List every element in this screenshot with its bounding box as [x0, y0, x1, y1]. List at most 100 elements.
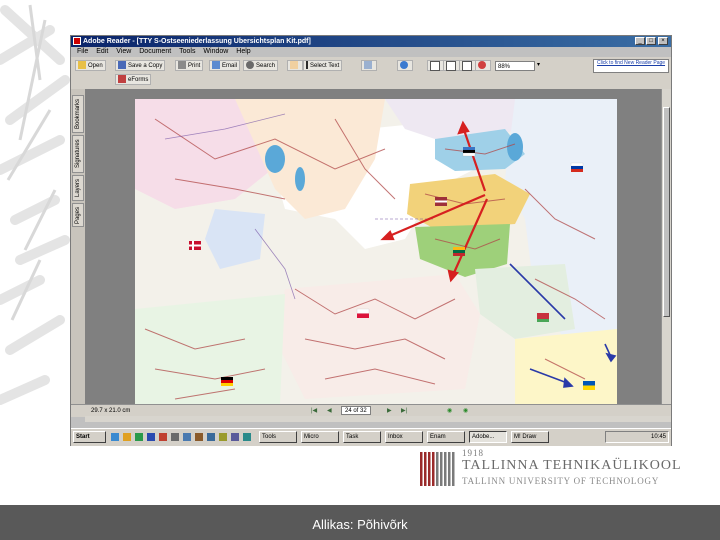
logo-name-en: TALLINN UNIVERSITY OF TECHNOLOGY [462, 476, 660, 486]
text-cursor-icon [306, 61, 308, 70]
start-button[interactable]: Start [73, 431, 106, 443]
quicklaunch-app-icon[interactable] [171, 433, 179, 441]
search-button[interactable]: Search [243, 60, 279, 71]
quicklaunch-word-icon[interactable] [147, 433, 155, 441]
task-inbox[interactable]: Inbox [385, 431, 423, 443]
search-label: Search [256, 63, 276, 69]
reader-ad-link[interactable]: Click to find New Reader Page [593, 59, 669, 73]
quicklaunch-desktop-icon[interactable] [183, 433, 191, 441]
horizontal-scrollbar[interactable] [85, 416, 671, 422]
flag-latvia [435, 197, 447, 206]
open-button[interactable]: Open [75, 60, 106, 71]
zoom-out-icon [478, 61, 486, 70]
menu-edit[interactable]: Edit [96, 48, 108, 55]
quicklaunch-excel-icon[interactable] [135, 433, 143, 441]
toolbar: Open Save a Copy Print Email Search Sele… [71, 57, 671, 90]
tab-layers[interactable]: Layers [72, 175, 84, 201]
flag-belarus [537, 313, 549, 322]
scrollbar-thumb[interactable] [663, 107, 670, 317]
logo-year: 1918 [462, 448, 484, 458]
task-draw[interactable]: M! Draw [511, 431, 549, 443]
tab-pages[interactable]: Pages [72, 203, 84, 227]
camera-icon [364, 61, 372, 70]
zoom-field[interactable]: 88% [495, 61, 535, 71]
hand-icon [290, 61, 298, 70]
flag-ukraine [583, 381, 595, 390]
fit-width-icon [462, 61, 472, 71]
menu-window[interactable]: Window [203, 48, 228, 55]
task-micro[interactable]: Micro [301, 431, 339, 443]
source-caption: Allikas: Põhivõrk [312, 517, 408, 532]
eforms-icon [118, 75, 126, 84]
open-label: Open [88, 63, 103, 69]
vertical-scrollbar[interactable] [661, 89, 671, 404]
flag-germany [221, 377, 233, 386]
task-task[interactable]: Task [343, 431, 381, 443]
emblem-gray-bars [436, 452, 455, 486]
quicklaunch-media-icon[interactable] [231, 433, 239, 441]
zoom-dropdown-icon[interactable]: ▾ [535, 60, 542, 71]
hand-tool-button[interactable] [287, 60, 303, 71]
reader-window: Adobe Reader - [TTY S-Ostseeniederlassun… [70, 35, 672, 446]
zoom-out-button[interactable] [475, 60, 491, 71]
minimize-button[interactable]: _ [635, 37, 645, 45]
clock[interactable]: 10:45 [651, 434, 666, 440]
quicklaunch-extra-icon[interactable] [243, 433, 251, 441]
tab-signatures[interactable]: Signatures [72, 135, 84, 173]
eforms-button[interactable]: eForms [115, 74, 152, 85]
page-number-field[interactable]: 24 of 32 [341, 406, 371, 415]
logo-name-et: TALLINNA TEHNIKAÜLIKOOL [462, 458, 682, 473]
snapshot-button[interactable] [361, 60, 377, 71]
task-enam[interactable]: Enam [427, 431, 465, 443]
page-icon [430, 61, 440, 71]
binoculars-icon [246, 61, 254, 70]
menu-document[interactable]: Document [139, 48, 171, 55]
navigation-tabs: Bookmarks Signatures Layers Pages [71, 89, 86, 404]
flag-lithuania [453, 247, 465, 256]
title-bar[interactable]: Adobe Reader - [TTY S-Ostseeniederlassun… [71, 36, 671, 47]
quicklaunch-ppt-icon[interactable] [159, 433, 167, 441]
disk-icon [118, 61, 126, 70]
fit-page-icon [446, 61, 456, 71]
flag-denmark [189, 241, 201, 250]
germany-region [135, 294, 285, 404]
baltic-grid-map [135, 99, 617, 404]
magnifier-icon [400, 61, 408, 70]
zoom-in-button[interactable] [397, 60, 413, 71]
menu-file[interactable]: File [77, 48, 88, 55]
document-viewport[interactable] [85, 89, 661, 404]
quicklaunch-folder-icon[interactable] [123, 433, 131, 441]
lake-vanern [265, 145, 285, 173]
quicklaunch-tool-icon[interactable] [219, 433, 227, 441]
power-grid-map [135, 99, 617, 404]
menu-help[interactable]: Help [236, 48, 250, 55]
save-copy-button[interactable]: Save a Copy [115, 60, 166, 71]
eforms-label: eForms [128, 77, 149, 83]
flag-russia [570, 162, 584, 172]
folder-icon [78, 61, 86, 70]
task-tools[interactable]: Tools [259, 431, 297, 443]
ukraine-region [515, 329, 617, 404]
email-label: Email [222, 63, 238, 69]
quicklaunch-net-icon[interactable] [207, 433, 215, 441]
quicklaunch-misc-icon[interactable] [195, 433, 203, 441]
tab-bookmarks[interactable]: Bookmarks [72, 95, 84, 133]
flag-estonia [462, 147, 476, 157]
print-label: Print [188, 63, 201, 69]
email-button[interactable]: Email [209, 60, 241, 71]
poland-region [275, 274, 480, 399]
app-icon [73, 37, 81, 45]
maximize-button[interactable]: □ [646, 37, 656, 45]
lake-peipus [507, 133, 523, 161]
save-label: Save a Copy [128, 63, 163, 69]
task-adobe-reader[interactable]: Adobe... [469, 431, 507, 443]
window-title: Adobe Reader - [TTY S-Ostseeniederlassun… [83, 38, 311, 45]
quicklaunch-ie-icon[interactable] [111, 433, 119, 441]
close-button[interactable]: × [658, 37, 668, 45]
ttu-logo: 1918 TALLINNA TEHNIKAÜLIKOOL TALLINN UNI… [418, 448, 688, 490]
menu-bar: File Edit View Document Tools Window Hel… [71, 47, 671, 57]
select-text-button[interactable]: Select Text [303, 60, 343, 71]
menu-view[interactable]: View [116, 48, 131, 55]
print-button[interactable]: Print [175, 60, 204, 71]
menu-tools[interactable]: Tools [179, 48, 195, 55]
